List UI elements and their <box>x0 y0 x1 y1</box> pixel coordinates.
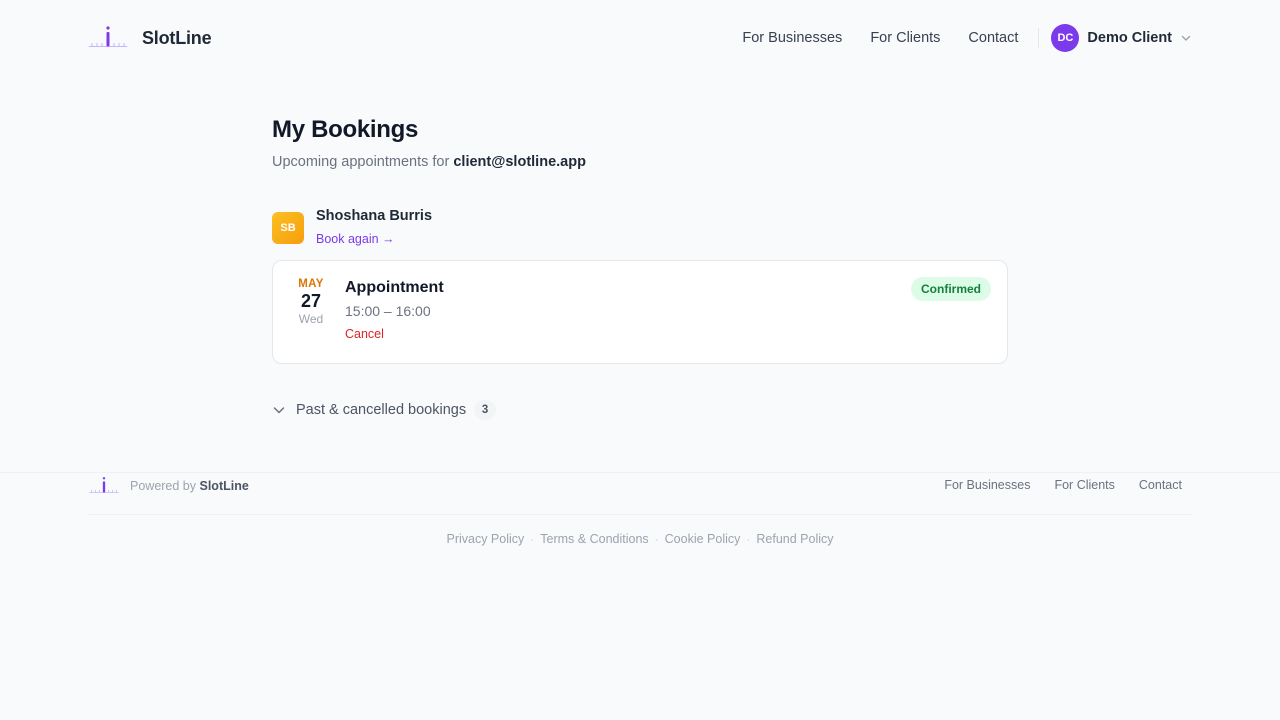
legal-separator: · <box>530 532 535 546</box>
legal-separator: · <box>746 532 751 546</box>
cancel-booking-link[interactable]: Cancel <box>345 327 384 341</box>
powered-by: Powered by SlotLine <box>130 479 249 493</box>
slotline-logo-icon <box>89 477 119 493</box>
site-footer: Powered by SlotLine For Businesses For C… <box>0 472 1280 720</box>
footer-divider <box>88 514 1192 515</box>
bookings-main: My Bookings Upcoming appointments for cl… <box>272 116 1008 422</box>
booking-weekday: Wed <box>298 312 324 326</box>
user-avatar: DC <box>1051 24 1080 52</box>
provider-name: Shoshana Burris <box>316 208 433 224</box>
chevron-down-icon <box>1181 35 1191 41</box>
user-name: Demo Client <box>1087 30 1172 46</box>
past-bookings-count: 3 <box>474 400 497 420</box>
legal-links: Privacy Policy · Terms & Conditions · Co… <box>0 532 1280 546</box>
brand-name: SlotLine <box>142 27 212 48</box>
page-title: My Bookings <box>272 116 419 143</box>
powered-brand: SlotLine <box>199 479 249 493</box>
provider-info: Shoshana Burris Book again → <box>316 208 432 248</box>
nav-divider <box>1038 28 1040 48</box>
booking-title: Appointment <box>345 279 444 296</box>
chevron-down-icon <box>273 407 285 414</box>
user-menu-button[interactable]: DC Demo Client <box>1051 24 1192 52</box>
book-again-link[interactable]: Book again → <box>316 232 395 246</box>
nav-contact[interactable]: Contact <box>968 30 1018 46</box>
privacy-policy-link[interactable]: Privacy Policy <box>446 532 524 546</box>
nav-for-businesses[interactable]: For Businesses <box>742 30 842 46</box>
slotline-logo-icon <box>89 26 127 47</box>
refund-policy-link[interactable]: Refund Policy <box>756 532 833 546</box>
site-header: SlotLine For Businesses For Clients Cont… <box>0 0 1280 76</box>
booking-details: Appointment 15:00 – 16:00 Cancel <box>345 279 444 343</box>
booking-month: MAY <box>298 278 324 290</box>
footer-nav-for-businesses[interactable]: For Businesses <box>944 478 1030 492</box>
footer-nav: For Businesses For Clients Contact <box>944 478 1182 492</box>
provider-avatar: SB <box>272 212 304 244</box>
booking-day: 27 <box>300 291 322 311</box>
powered-prefix: Powered by <box>130 479 197 493</box>
brand-home-link[interactable]: SlotLine <box>88 24 212 52</box>
past-bookings-label: Past & cancelled bookings <box>296 402 467 418</box>
booking-date: MAY 27 Wed <box>289 278 333 326</box>
terms-link[interactable]: Terms & Conditions <box>540 532 648 546</box>
footer-brand: Powered by SlotLine <box>88 476 249 496</box>
client-email: client@slotline.app <box>453 154 586 170</box>
page-subtitle: Upcoming appointments for client@slotlin… <box>272 154 1008 170</box>
footer-nav-for-clients[interactable]: For Clients <box>1054 478 1114 492</box>
nav-for-clients[interactable]: For Clients <box>870 30 940 46</box>
legal-separator: · <box>654 532 659 546</box>
provider-header: SB Shoshana Burris Book again → <box>272 208 1008 248</box>
status-badge: Confirmed <box>911 277 991 301</box>
booking-card: MAY 27 Wed Appointment 15:00 – 16:00 Can… <box>272 260 1008 364</box>
cookie-policy-link[interactable]: Cookie Policy <box>665 532 741 546</box>
main-nav: For Businesses For Clients Contact DC De… <box>742 22 1192 54</box>
booking-time: 15:00 – 16:00 <box>345 303 431 319</box>
footer-nav-contact[interactable]: Contact <box>1139 478 1182 492</box>
past-bookings-toggle[interactable]: Past & cancelled bookings 3 <box>272 398 1008 422</box>
subtitle-prefix: Upcoming appointments for <box>272 154 450 170</box>
